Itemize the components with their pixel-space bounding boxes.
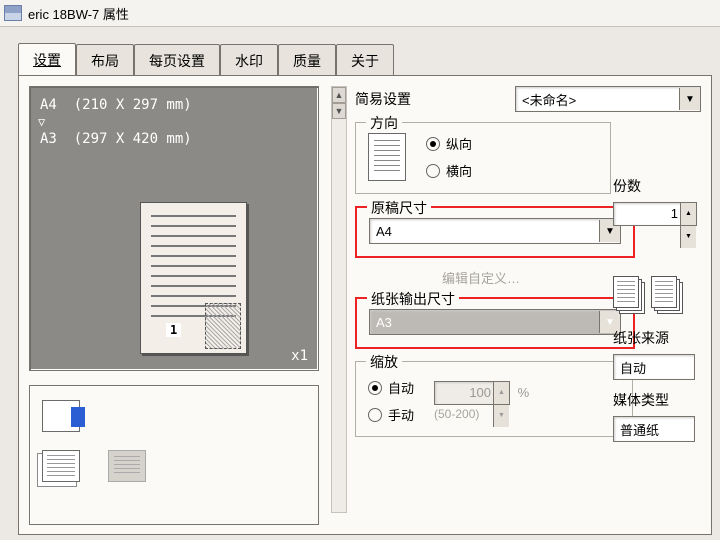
page-border-icon[interactable]: [108, 450, 146, 482]
booklet-icon[interactable]: [42, 400, 80, 432]
media-type-label: 媒体类型: [613, 390, 703, 410]
zoom-value: 100: [469, 385, 491, 400]
stack-icon: [613, 276, 645, 314]
preview-line-a4: A4 (210 X 297 mm): [40, 97, 308, 113]
copies-spinner[interactable]: ▲▼: [680, 203, 696, 225]
radio-landscape-label: 横向: [446, 161, 472, 180]
preview-page-number: 1: [166, 323, 181, 337]
left-column: A4 (210 X 297 mm) ▽ A3 (297 X 420 mm) 1 …: [29, 86, 329, 524]
original-size-select[interactable]: A4 ▼: [369, 218, 621, 244]
tab-layout[interactable]: 布局: [76, 44, 134, 76]
vertical-scrollbar[interactable]: ▲ ▼: [331, 86, 347, 513]
tab-about[interactable]: 关于: [336, 44, 394, 76]
preview-a4-size: A4: [40, 97, 57, 113]
zoom-manual-radio[interactable]: 手动: [368, 405, 414, 424]
original-size-fieldset: 原稿尺寸 A4 ▼: [355, 206, 635, 258]
preview-area: A4 (210 X 297 mm) ▽ A3 (297 X 420 mm) 1 …: [29, 86, 319, 371]
media-type-select[interactable]: 普通纸: [613, 416, 695, 442]
titlebar: eric 18BW-7 属性: [0, 0, 720, 27]
zoom-value-input[interactable]: 100 ▲▼: [434, 381, 510, 405]
zoom-unit: %: [518, 385, 530, 400]
easy-settings-value: <未命名>: [516, 90, 679, 109]
zoom-legend: 缩放: [366, 352, 402, 372]
output-size-value: A3: [370, 315, 599, 330]
media-type-value: 普通纸: [614, 420, 694, 439]
chevron-down-icon[interactable]: ▼: [679, 88, 700, 110]
stack-icon: [651, 276, 683, 314]
tab-panel: A4 (210 X 297 mm) ▽ A3 (297 X 420 mm) 1 …: [18, 75, 712, 535]
radio-dot-icon: [368, 408, 382, 422]
preview-line-a3: A3 (297 X 420 mm): [40, 131, 308, 147]
paper-source-select[interactable]: 自动: [613, 354, 695, 380]
preview-a3-size: A3: [40, 131, 57, 147]
orientation-fieldset: 方向 纵向 横向: [355, 122, 611, 194]
window-title: eric 18BW-7 属性: [28, 4, 129, 23]
radio-portrait[interactable]: 纵向: [426, 134, 472, 153]
preview-a3-dim: (297 X 420 mm): [74, 131, 192, 147]
output-size-select[interactable]: A3 ▼: [369, 309, 621, 335]
preview-marker-icon: ▽: [38, 115, 308, 129]
easy-settings-label: 简易设置: [355, 89, 515, 109]
radio-landscape[interactable]: 横向: [426, 161, 472, 180]
side-column: 份数 1 ▲▼ 纸张来源 自动 媒体类型 普通纸: [613, 166, 703, 442]
radio-portrait-label: 纵向: [446, 134, 472, 153]
zoom-spinner[interactable]: ▲▼: [493, 382, 509, 404]
edit-custom-link: 编辑自定义…: [355, 268, 607, 287]
preview-toolbar: [29, 385, 319, 525]
easy-settings-row: 简易设置 <未命名> ▼: [355, 86, 701, 112]
zoom-range: (50-200): [434, 407, 529, 421]
radio-dot-icon: [426, 164, 440, 178]
preview-corner-icon: [205, 303, 241, 349]
zoom-auto-radio[interactable]: 自动: [368, 378, 414, 397]
scrollbar-up-icon[interactable]: ▲: [332, 87, 346, 103]
copies-input[interactable]: 1 ▲▼: [613, 202, 697, 226]
tab-settings[interactable]: 设置: [18, 43, 76, 76]
preview-a4-dim: (210 X 297 mm): [74, 97, 192, 113]
paper-source-value: 自动: [614, 358, 694, 377]
radio-dot-icon: [368, 381, 382, 395]
tab-bar: 设置 布局 每页设置 水印 质量 关于: [18, 45, 720, 75]
copies-label: 份数: [613, 176, 703, 196]
tab-watermark[interactable]: 水印: [220, 44, 278, 76]
radio-dot-icon: [426, 137, 440, 151]
multi-page-icon[interactable]: [42, 450, 80, 482]
output-size-legend: 纸张输出尺寸: [367, 289, 459, 309]
original-size-value: A4: [370, 224, 599, 239]
output-size-fieldset: 纸张输出尺寸 A3 ▼: [355, 297, 635, 349]
portrait-page-icon: [368, 133, 406, 181]
app-icon: [4, 5, 22, 21]
paper-source-label: 纸张来源: [613, 328, 703, 348]
zoom-value-box: 100 ▲▼ % (50-200): [434, 381, 529, 421]
tab-page-setup[interactable]: 每页设置: [134, 44, 220, 76]
collate-icons: [613, 276, 703, 314]
preview-copies-mark: x1: [291, 348, 308, 364]
zoom-auto-label: 自动: [388, 378, 414, 397]
zoom-fieldset: 缩放 自动 手动 100 ▲▼: [355, 361, 633, 437]
orientation-legend: 方向: [366, 113, 402, 133]
zoom-manual-label: 手动: [388, 405, 414, 424]
original-size-legend: 原稿尺寸: [367, 198, 431, 218]
copies-value: 1: [671, 206, 678, 221]
easy-settings-select[interactable]: <未命名> ▼: [515, 86, 701, 112]
scrollbar-down-icon[interactable]: ▼: [332, 103, 346, 119]
tab-quality[interactable]: 质量: [278, 44, 336, 76]
